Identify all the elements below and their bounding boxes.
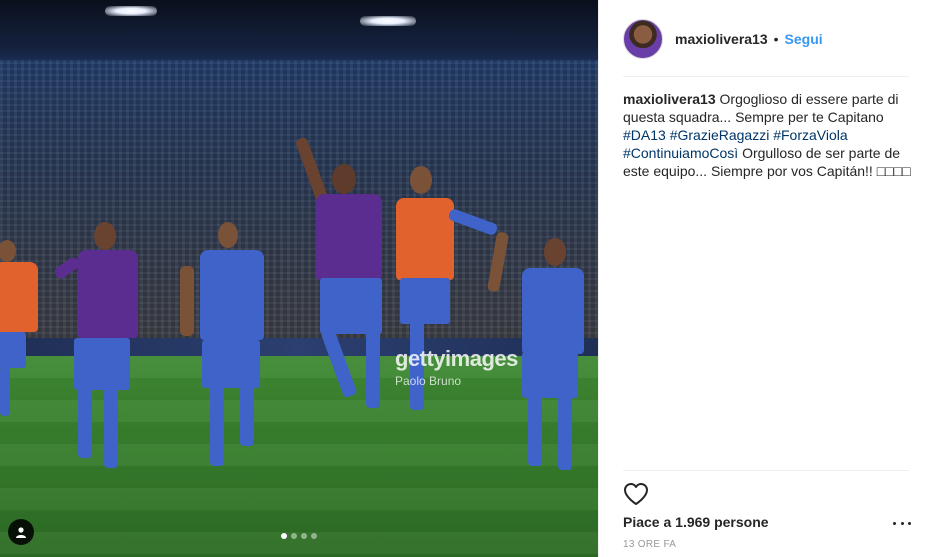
likes-count[interactable]: Piace a 1.969 persone [623, 514, 769, 530]
user-tag-icon[interactable] [8, 519, 34, 545]
caption-username[interactable]: maxiolivera13 [623, 91, 716, 107]
post-side-panel: maxiolivera13 • Segui maxiolivera13 Orgo… [598, 0, 944, 557]
post-timestamp[interactable]: 13 ORE FA [623, 539, 676, 550]
post-photo[interactable]: gettyimages Paolo Bruno [0, 0, 598, 557]
heart-icon[interactable] [623, 482, 649, 506]
player [292, 118, 402, 418]
hashtag-link[interactable]: #DA13 [623, 127, 666, 143]
post-header: maxiolivera13 • Segui [623, 18, 823, 60]
header-separator: • [773, 31, 779, 47]
avatar[interactable] [623, 19, 663, 59]
carousel-dot [281, 533, 287, 539]
carousel-indicator [0, 533, 598, 539]
watermark-credit: Paolo Bruno [395, 374, 462, 388]
follow-button[interactable]: Segui [785, 31, 823, 47]
carousel-dot [311, 533, 317, 539]
player [392, 160, 502, 440]
instagram-post: gettyimages Paolo Bruno maxiolivera13 • … [0, 0, 944, 557]
player [0, 240, 54, 430]
post-caption: maxiolivera13 Orgoglioso di essere parte… [623, 90, 917, 180]
getty-watermark: gettyimages Paolo Bruno [395, 346, 518, 388]
hashtag-link[interactable]: #ForzaViola [773, 127, 847, 143]
player [48, 222, 148, 472]
carousel-dot [301, 533, 307, 539]
watermark-brand: gettyimages [395, 346, 518, 371]
header-divider [623, 76, 909, 77]
actions-divider [623, 470, 909, 471]
floodlight [105, 6, 157, 16]
hashtag-link[interactable]: #GrazieRagazzi [670, 127, 770, 143]
carousel-dot [291, 533, 297, 539]
floodlight [360, 16, 416, 26]
hashtag-link[interactable]: #ContinuiamoCosì [623, 145, 738, 161]
player [180, 222, 290, 472]
header-username[interactable]: maxiolivera13 [675, 31, 768, 47]
more-options-icon[interactable] [893, 520, 911, 526]
